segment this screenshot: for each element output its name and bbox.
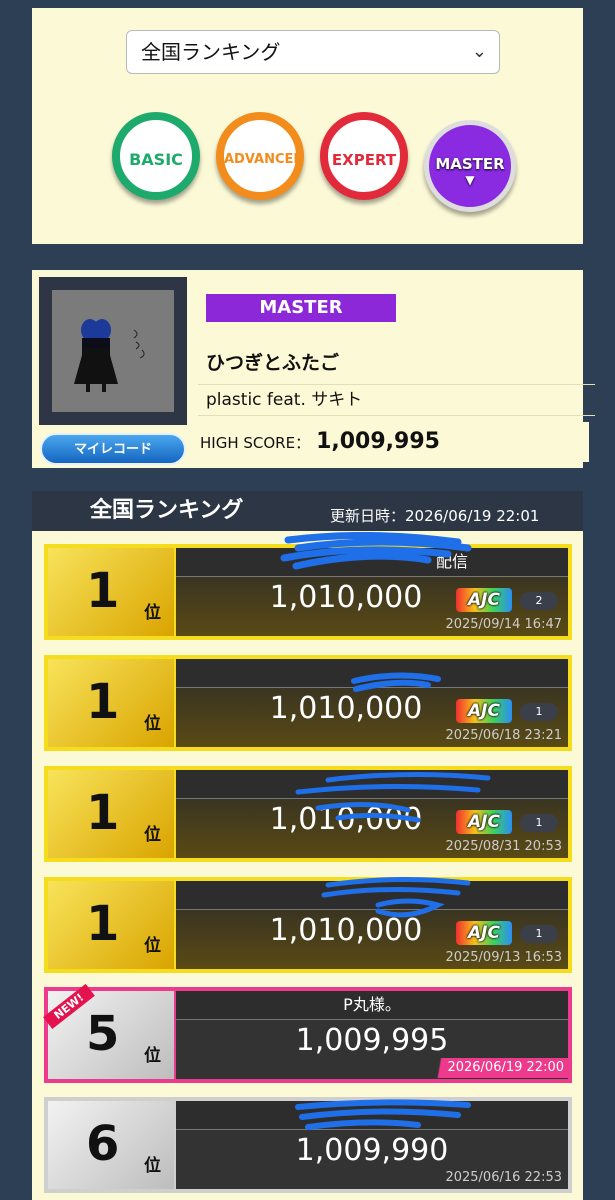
rank-suffix: 位 — [144, 825, 161, 845]
score-value: 1,010,000 — [269, 580, 423, 615]
ranking-title: 全国ランキング — [90, 498, 244, 523]
rank-box: 1 位 — [48, 548, 174, 636]
difficulty-master-label: MASTER — [435, 155, 505, 173]
difficulty-advanced-button[interactable]: ADVANCED — [216, 112, 304, 200]
ranking-header: 全国ランキング 更新日時：2026/06/19 22:01 — [32, 491, 583, 531]
song-title: ひつぎとふたご — [206, 352, 340, 374]
redaction-scribble — [295, 1099, 471, 1130]
redaction-scribble — [321, 876, 471, 918]
rank-number: 1 — [86, 785, 120, 841]
player-name: P丸様。 — [176, 991, 568, 1020]
ranking-select[interactable]: 全国ランキング ⌄ — [126, 30, 500, 74]
ajc-count: 1 — [520, 814, 558, 832]
song-artist: plastic feat. サキト — [198, 384, 595, 416]
redaction-scribble — [295, 771, 491, 823]
ajc-count: 1 — [520, 703, 558, 721]
rank-number: 5 — [86, 1006, 120, 1062]
rank-number: 1 — [86, 563, 120, 619]
ranking-row[interactable]: 1 位 配信 1,010,000 AJC 2 2025/09/14 16:47 — [44, 532, 572, 640]
rank-number: 1 — [86, 674, 120, 730]
ranking-panel: 全国ランキング 更新日時：2026/06/19 22:01 1 位 配信 1,0… — [32, 491, 583, 1200]
rank-suffix: 位 — [144, 603, 161, 623]
high-score-label: HIGH SCORE： — [200, 434, 311, 452]
rank-suffix: 位 — [144, 714, 161, 734]
play-date: 2025/08/31 20:53 — [445, 839, 562, 854]
rank-suffix: 位 — [144, 1156, 161, 1176]
difficulty-basic-button[interactable]: BASIC — [112, 112, 200, 200]
play-date: 2025/09/14 16:47 — [445, 617, 562, 632]
ranking-row[interactable]: 1 位 1,010,000 AJC 1 2025/06/18 23:21 — [44, 655, 572, 751]
high-score-row: HIGH SCORE： 1,009,995 — [198, 422, 589, 462]
difficulty-badge: MASTER — [206, 294, 396, 322]
ranking-row[interactable]: 1 位 1,010,000 AJC 1 2025/09/13 16:53 — [44, 876, 572, 973]
difficulty-master-button[interactable]: MASTER ▼ — [424, 120, 516, 212]
ajc-badge: AJC — [456, 588, 512, 612]
score-detail: P丸様。 1,009,995 2026/06/19 22:00 — [176, 991, 568, 1079]
redaction-scribble — [351, 672, 441, 692]
play-date: 2025/06/16 22:53 — [445, 1170, 562, 1185]
play-date: 2025/06/18 23:21 — [445, 728, 562, 743]
ranking-row[interactable]: 5 位 NEW! P丸様。 1,009,995 2026/06/19 22:00 — [43, 984, 572, 1083]
rank-box: 6 位 — [48, 1101, 174, 1189]
twins-illustration — [74, 319, 145, 392]
difficulty-expert-button[interactable]: EXPERT — [320, 112, 408, 200]
rank-box: 1 位 — [48, 659, 174, 747]
ranking-row[interactable]: 6 位 1,009,990 2025/06/16 22:53 — [44, 1097, 572, 1193]
rank-suffix: 位 — [144, 1046, 161, 1066]
jacket-art — [52, 290, 174, 412]
redaction-scribble — [280, 532, 472, 570]
chevron-down-icon: ⌄ — [471, 41, 487, 62]
my-record-button[interactable]: マイレコード — [40, 433, 186, 465]
triangle-down-icon: ▼ — [465, 173, 475, 187]
ranking-updated-time: 更新日時：2026/06/19 22:01 — [330, 507, 540, 525]
ranking-select-value: 全国ランキング — [141, 40, 281, 64]
ajc-count: 1 — [520, 925, 558, 943]
song-jacket — [39, 277, 187, 425]
difficulty-panel: 全国ランキング ⌄ BASIC ADVANCED EXPERT MASTER ▼ — [32, 8, 583, 244]
rank-number: 6 — [86, 1116, 120, 1172]
rank-box: 1 位 — [48, 881, 174, 969]
play-date: 2026/06/19 22:00 — [429, 1058, 568, 1078]
rank-suffix: 位 — [144, 936, 161, 956]
song-info-panel: マイレコード MASTER ひつぎとふたご plastic feat. サキト … — [32, 270, 595, 468]
rank-number: 1 — [86, 896, 120, 952]
ranking-row[interactable]: 1 位 1,010,000 AJC 1 2025/08/31 20:53 — [44, 766, 572, 862]
rank-box: 1 位 — [48, 770, 174, 858]
ajc-count: 2 — [520, 592, 558, 610]
high-score-value: 1,009,995 — [316, 429, 440, 454]
ajc-badge: AJC — [456, 699, 512, 723]
play-date: 2025/09/13 16:53 — [445, 950, 562, 965]
